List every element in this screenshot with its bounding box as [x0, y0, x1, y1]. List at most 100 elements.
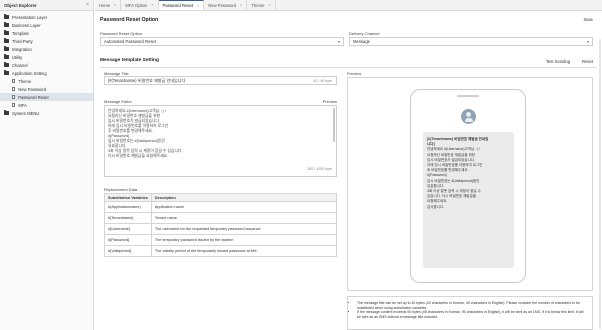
- sidebar-item-mfa[interactable]: MFA: [0, 101, 93, 109]
- editor-scrollbar[interactable]: [333, 108, 335, 142]
- sidebar-item-new-password[interactable]: New Password: [0, 85, 93, 93]
- table-row: #{Password} The temporary password issue…: [104, 234, 338, 246]
- description-cell: Tenant name: [150, 212, 338, 224]
- tab-theme[interactable]: Theme ×: [247, 0, 276, 10]
- close-icon[interactable]: ×: [114, 3, 116, 7]
- variable-cell: #{Tenantname}: [104, 212, 152, 224]
- sidebar-title: Object Explorer: [4, 2, 37, 8]
- reset-option-label: Password Reset Option: [100, 31, 143, 36]
- phone-mockup: [#{Tenantname} 비밀번호 재발급 안내입 니다] 안녕하세요 #{…: [410, 89, 526, 283]
- sidebar-item-channel[interactable]: Channel: [0, 61, 93, 69]
- message-title-value: [#{Tenantname} 비밀번호 재발급 안내입니다: [108, 77, 186, 83]
- message-bubble: [#{Tenantname} 비밀번호 재발급 안내입 니다] 안녕하세요 #{…: [423, 132, 514, 268]
- sidebar-item-integration[interactable]: Integration: [0, 45, 93, 53]
- sidebar-item-label: System MENU: [12, 110, 40, 116]
- tab-home[interactable]: Home ×: [95, 0, 122, 10]
- tab-label: MFA Option: [125, 2, 148, 8]
- page-title: Password Reset Option: [100, 17, 159, 23]
- folder-icon: [4, 30, 9, 35]
- close-icon[interactable]: ×: [151, 3, 153, 7]
- variable-cell: #{Username}: [104, 223, 152, 235]
- sidebar-item-theme[interactable]: Theme: [0, 77, 93, 85]
- tab-mfa-option[interactable]: MFA Option ×: [121, 0, 159, 10]
- folder-icon: [4, 38, 9, 43]
- note-item: If the message content exceeds 90 bytes …: [357, 310, 587, 319]
- close-icon[interactable]: ×: [268, 3, 270, 7]
- description-cell: The username for the requested temporary…: [150, 223, 338, 235]
- tab-password-reset[interactable]: Password Reset ×: [158, 0, 205, 10]
- tab-label: Home: [99, 2, 111, 8]
- note-item: The message title can be set up to 40 by…: [357, 301, 587, 310]
- replacement-data-label: Replacement Data: [104, 187, 138, 192]
- sidebar-item-label: Third-Party: [12, 38, 33, 44]
- sidebar-item-label: Theme: [18, 78, 32, 84]
- notes-panel: The message title can be set up to 40 by…: [347, 296, 593, 330]
- reset-option-select[interactable]: Automated Password Reset: [100, 37, 344, 46]
- sidebar-item-label: Presentation Layer: [12, 14, 48, 20]
- test-sending-button[interactable]: Test Sending: [546, 59, 570, 64]
- sidebar-item-label: Channel: [12, 62, 28, 68]
- tab-label: New Password: [208, 2, 237, 8]
- message-editor[interactable]: 안녕하세요 #{Username}고객님. :) ! 요청하신 비밀번호 재발급…: [104, 105, 337, 177]
- tab-bar: Home × MFA Option × Password Reset × New Pa…: [95, 0, 602, 11]
- message-editor-label: Message Editor: [104, 99, 132, 104]
- folder-icon: [4, 110, 9, 115]
- chevron-down-icon: [587, 41, 589, 43]
- sidebar-item-presentation-layer[interactable]: Presentation Layer: [0, 13, 93, 21]
- sidebar-item-label: MFA: [18, 102, 27, 108]
- table-header-row: Substitution Variables Description: [104, 193, 338, 202]
- file-icon: [12, 95, 16, 99]
- sidebar-item-template[interactable]: Template: [0, 29, 93, 37]
- editor-byte-count: 360 / 1000 byte: [307, 167, 332, 171]
- folder-icon: [4, 54, 9, 59]
- sidebar-item-business-layer[interactable]: Business Layer: [0, 21, 93, 29]
- tab-label: Theme: [251, 2, 265, 8]
- sidebar-item-password-reset[interactable]: Password Reset: [0, 93, 93, 101]
- description-cell: The temporary password issued by the sys…: [150, 234, 338, 246]
- file-icon: [12, 79, 16, 83]
- phone-notch: [457, 95, 479, 97]
- preview-panel: [#{Tenantname} 비밀번호 재발급 안내입 니다] 안녕하세요 #{…: [347, 77, 593, 291]
- preview-link[interactable]: Preview: [323, 99, 337, 104]
- close-icon[interactable]: ×: [86, 2, 89, 8]
- chevron-down-icon: [338, 41, 340, 43]
- title-byte-count: 40 / 40 byte: [313, 78, 332, 83]
- delivery-channel-select[interactable]: Message: [349, 37, 593, 46]
- main-scrollbar[interactable]: [599, 39, 601, 329]
- tab-new-password[interactable]: New Password ×: [204, 0, 248, 10]
- message-title-input[interactable]: [#{Tenantname} 비밀번호 재발급 안내입니다 40 / 40 by…: [104, 76, 337, 85]
- close-icon[interactable]: ×: [240, 3, 242, 7]
- sidebar-item-utility[interactable]: Utility: [0, 53, 93, 61]
- column-header: Description: [150, 193, 338, 202]
- sidebar-item-application-setting[interactable]: Application Setting: [0, 69, 93, 77]
- sidebar-item-label: Password Reset: [18, 94, 49, 100]
- variable-cell: #{Password}: [104, 234, 152, 246]
- folder-icon: [4, 22, 9, 27]
- description-cell: Application name: [150, 201, 338, 213]
- object-explorer-sidebar: Object Explorer × Presentation Layer Bus…: [0, 0, 94, 330]
- sidebar-item-label: Business Layer: [12, 22, 41, 28]
- reset-button[interactable]: Reset: [582, 59, 593, 64]
- folder-icon: [4, 62, 9, 67]
- preview-line: 감사합니다.: [427, 204, 445, 209]
- tab-label: Password Reset: [162, 3, 194, 8]
- file-icon: [12, 87, 16, 91]
- sidebar-item-label: Template: [12, 30, 29, 36]
- sidebar-item-system-menu[interactable]: System MENU: [0, 109, 93, 117]
- save-button[interactable]: Save: [583, 17, 593, 22]
- sidebar-tree: Presentation Layer Business Layer Templa…: [0, 11, 93, 117]
- table-row: #{Username} The username for the request…: [104, 223, 338, 235]
- sidebar-item-label: Utility: [12, 54, 23, 60]
- section-title: Message template Setting: [100, 58, 159, 63]
- column-header: Substitution Variables: [104, 193, 152, 202]
- editor-line: 다시 비밀번호 재발급을 요청해주세요.: [108, 154, 169, 158]
- sidebar-header: Object Explorer ×: [0, 0, 93, 11]
- delivery-channel-value: Message: [353, 39, 370, 44]
- table-row: #{Validperiod} The validity period of th…: [104, 245, 338, 257]
- folder-icon: [4, 46, 9, 51]
- section-actions: Test Sending Reset: [546, 59, 593, 64]
- sidebar-item-third-party[interactable]: Third-Party: [0, 37, 93, 45]
- close-icon[interactable]: ×: [197, 4, 199, 8]
- description-cell: The validity period of the temporarily i…: [150, 245, 338, 257]
- delivery-channel-label: Delivery Channel: [349, 31, 380, 36]
